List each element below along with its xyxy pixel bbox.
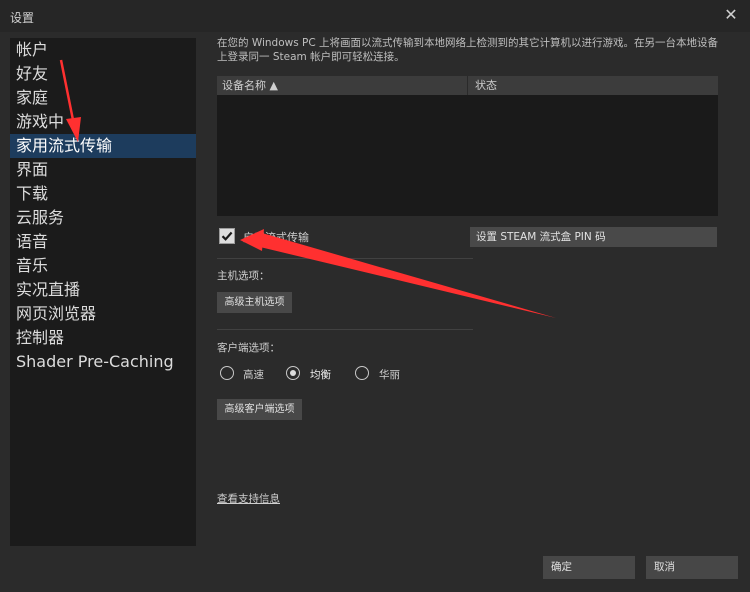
sidebar-item-cloud[interactable]: 云服务 [10, 206, 196, 230]
set-pin-button[interactable]: 设置 STEAM 流式盒 PIN 码 [470, 227, 717, 247]
device-table: 设备名称 ▲ 状态 [217, 76, 718, 216]
device-table-header: 设备名称 ▲ 状态 [217, 76, 718, 95]
divider [217, 258, 473, 259]
ok-button[interactable]: 确定 [543, 556, 635, 579]
radio-balanced[interactable] [286, 366, 300, 380]
radio-fast-label[interactable]: 高速 [243, 367, 264, 382]
sidebar-item-friends[interactable]: 好友 [10, 62, 196, 86]
radio-selected-dot [290, 370, 296, 376]
enable-streaming-label: 启用流式传输 [243, 231, 309, 244]
close-icon[interactable]: ✕ [722, 6, 740, 24]
sidebar-item-home-streaming[interactable]: 家用流式传输 [10, 134, 196, 158]
sidebar-item-downloads[interactable]: 下载 [10, 182, 196, 206]
client-options-label: 客户端选项： [217, 342, 280, 354]
cancel-button[interactable]: 取消 [646, 556, 738, 579]
sidebar-item-interface[interactable]: 界面 [10, 158, 196, 182]
sidebar-item-broadcasting[interactable]: 实况直播 [10, 278, 196, 302]
radio-balanced-label[interactable]: 均衡 [310, 367, 331, 382]
settings-window: 设置 ✕ 帐户 好友 家庭 游戏中 家用流式传输 界面 下载 云服务 语音 音乐… [0, 0, 750, 592]
streaming-description: 在您的 Windows PC 上将画面以流式传输到本地网络上检测到的其它计算机以… [217, 37, 719, 63]
radio-beautiful-label[interactable]: 华丽 [379, 367, 400, 382]
settings-sidebar: 帐户 好友 家庭 游戏中 家用流式传输 界面 下载 云服务 语音 音乐 实况直播… [10, 38, 196, 546]
advanced-client-options-button[interactable]: 高级客户端选项 [217, 399, 302, 420]
enable-streaming-checkbox[interactable] [219, 228, 235, 244]
sidebar-item-in-game[interactable]: 游戏中 [10, 110, 196, 134]
view-support-info-link[interactable]: 查看支持信息 [217, 491, 280, 506]
sidebar-item-controller[interactable]: 控制器 [10, 326, 196, 350]
radio-fast[interactable] [220, 366, 234, 380]
window-title: 设置 [10, 11, 35, 25]
check-icon [221, 231, 233, 241]
host-options-label: 主机选项： [217, 270, 270, 282]
column-device-name[interactable]: 设备名称 ▲ [222, 76, 278, 95]
radio-beautiful[interactable] [355, 366, 369, 380]
sidebar-item-voice[interactable]: 语音 [10, 230, 196, 254]
home-streaming-panel: 在您的 Windows PC 上将画面以流式传输到本地网络上检测到的其它计算机以… [196, 32, 750, 552]
sidebar-item-music[interactable]: 音乐 [10, 254, 196, 278]
column-divider [467, 76, 468, 95]
title-bar: 设置 ✕ [0, 0, 750, 32]
advanced-host-options-button[interactable]: 高级主机选项 [217, 292, 292, 313]
sidebar-item-shader-pre-caching[interactable]: Shader Pre-Caching [10, 350, 196, 374]
sidebar-item-family[interactable]: 家庭 [10, 86, 196, 110]
divider [217, 329, 473, 330]
column-status[interactable]: 状态 [475, 76, 497, 95]
sidebar-item-account[interactable]: 帐户 [10, 38, 196, 62]
sidebar-item-web-browser[interactable]: 网页浏览器 [10, 302, 196, 326]
